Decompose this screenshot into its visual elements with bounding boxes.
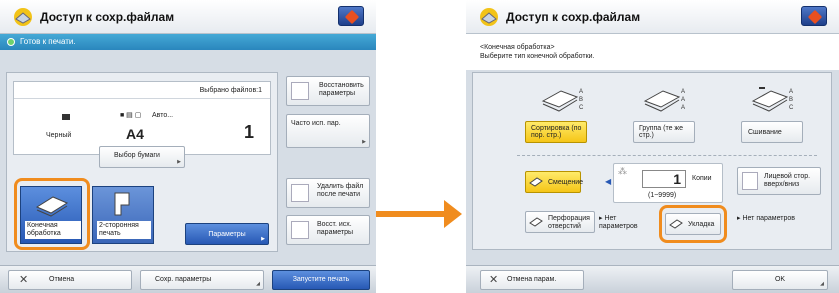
copies-count: 1 (244, 122, 255, 142)
page-title: Доступ к сохр.файлам (40, 10, 175, 24)
svg-text:A: A (681, 89, 685, 95)
flow-arrow-line (376, 211, 446, 217)
svg-text:A: A (681, 105, 685, 111)
start-print-label: Запустите печать (292, 276, 350, 283)
collate-button[interactable]: Сортировка (по пор. стр.) (525, 121, 587, 143)
delete-after-print-button[interactable]: Удалить файл после печати (286, 178, 370, 208)
punch-value: ▸ Нет параметров (599, 215, 638, 230)
status-text: Готов к печати. (20, 37, 76, 46)
folder-access-icon (480, 8, 498, 26)
staple-button[interactable]: Сшивание (741, 121, 803, 143)
group-icon: AAA (643, 89, 685, 112)
punch-icon (529, 217, 543, 227)
copies-input[interactable]: 1 (642, 170, 686, 188)
status-bar: Готов к печати. (0, 34, 376, 50)
page-title-2: Доступ к сохр.файлам (506, 10, 641, 24)
files-selected: Выбрано файлов:1 (199, 87, 262, 94)
divider (517, 155, 817, 156)
flow-arrow-icon (444, 200, 462, 228)
group-button[interactable]: Группа (те же стр.) (633, 121, 695, 143)
punch-button[interactable]: Перфорация отверстий (525, 211, 595, 233)
decrease-icon[interactable]: ◀ (605, 177, 611, 186)
save-params-button[interactable]: Сохр. параметры ◢ (140, 270, 264, 290)
punch-label: Перфорация отверстий (548, 215, 590, 230)
frequent-params-button[interactable]: Часто исп. пар. ▶ (286, 114, 370, 148)
frequent-params-label: Часто исп. пар. (291, 120, 341, 127)
restore-params-label: Восстановить параметры (319, 82, 364, 97)
summary-box: Выбрано файлов:1 Черный ■ ▤ ▢ Авто... A4… (13, 81, 271, 155)
finishing-instruction: Выберите тип конечной обработки. (480, 53, 595, 60)
folding-highlight (659, 205, 727, 243)
black-icon (62, 114, 70, 120)
close-icon: ✕ (19, 274, 29, 286)
face-updown-button[interactable]: Лицевой стор. вверх/вниз (737, 167, 821, 195)
close-icon: ✕ (489, 274, 499, 286)
copies-box: ⁂ 1 Копии (1~9999) (613, 163, 723, 203)
folding-value: ▸ Нет параметров (737, 215, 795, 222)
collate-icon: ABC (541, 89, 584, 112)
finishing-settings-screen: Доступ к сохр.файлам <Конечная обработка… (466, 0, 839, 293)
paper-select-button[interactable]: Выбор бумаги ▶ (99, 146, 185, 168)
print-settings-screen: Доступ к сохр.файлам Готов к печати. Выб… (0, 0, 376, 293)
title-bar: Доступ к сохр.файлам (0, 0, 376, 34)
title-bar-2: Доступ к сохр.файлам (466, 0, 839, 34)
paper-auto: Авто... (152, 112, 174, 119)
save-params-label: Сохр. параметры (155, 276, 212, 283)
home-button-2[interactable] (801, 6, 827, 26)
paper-source-icon: ■ ▤ ▢ (120, 112, 142, 119)
copies-range: (1~9999) (648, 192, 677, 199)
ok-label: OK (774, 276, 786, 283)
svg-text:A: A (789, 89, 793, 95)
finishing-area: ABC Сортировка (по пор. стр.) AAA Группа… (472, 72, 832, 250)
svg-text:C: C (579, 105, 584, 111)
delete-after-print-label: Удалить файл после печати (317, 183, 364, 198)
parameters-button[interactable]: Параметры ▶ (185, 223, 269, 245)
svg-text:A: A (681, 97, 685, 103)
finishing-header: <Конечная обработка> (480, 44, 555, 51)
restore-out-params-button[interactable]: Восст. исх. параметры (286, 215, 370, 245)
copies-label: Копии (692, 175, 712, 182)
paper-size: A4 (126, 126, 144, 142)
restore-out-params-label: Восст. исх. параметры (317, 221, 354, 236)
finishing-highlight (14, 178, 90, 250)
cancel-label: Отмена (49, 276, 75, 283)
cancel-settings-label: Отмена парам. (507, 276, 557, 283)
restore-params-button[interactable]: Восстановить параметры (286, 76, 370, 106)
copies-grid-icon: ⁂ (618, 166, 627, 176)
punch-value-text: Нет параметров (599, 215, 638, 230)
ready-icon (7, 38, 15, 46)
start-print-button[interactable]: Запустите печать (272, 270, 370, 290)
paper-select-label: Выбор бумаги (114, 152, 160, 159)
folder-access-icon (14, 8, 32, 26)
face-updown-label: Лицевой стор. вверх/вниз (764, 173, 811, 188)
ok-button[interactable]: OK ◢ (732, 270, 828, 290)
cancel-settings-button[interactable]: ✕ Отмена парам. (480, 270, 584, 290)
bottom-bar: ✕ Отмена Сохр. параметры ◢ Запустите печа… (0, 265, 376, 293)
home-icon (807, 9, 823, 25)
offset-label: Смещение (548, 179, 584, 186)
svg-text:B: B (789, 97, 793, 103)
offset-icon (529, 177, 543, 187)
duplex-button[interactable]: 2-сторонняя печать (92, 186, 154, 244)
svg-text:A: A (579, 89, 583, 95)
parameters-label: Параметры (208, 231, 246, 238)
svg-text:B: B (579, 97, 583, 103)
group-label: Группа (те же стр.) (639, 125, 684, 139)
svg-text:C: C (789, 105, 794, 111)
staple-label: Сшивание (748, 129, 782, 136)
collate-label: Сортировка (по пор. стр.) (531, 125, 582, 139)
folding-value-text: Нет параметров (742, 215, 795, 222)
bottom-bar-2: ✕ Отмена парам. OK ◢ (466, 265, 839, 293)
color-label: Черный (46, 132, 72, 139)
home-button[interactable] (338, 6, 364, 26)
offset-button[interactable]: Смещение (525, 171, 584, 193)
duplex-label: 2-сторонняя печать (97, 221, 151, 239)
cancel-button[interactable]: ✕ Отмена (8, 270, 132, 290)
duplex-icon (114, 192, 130, 216)
home-icon (344, 9, 360, 25)
staple-icon: ABC (751, 87, 794, 112)
